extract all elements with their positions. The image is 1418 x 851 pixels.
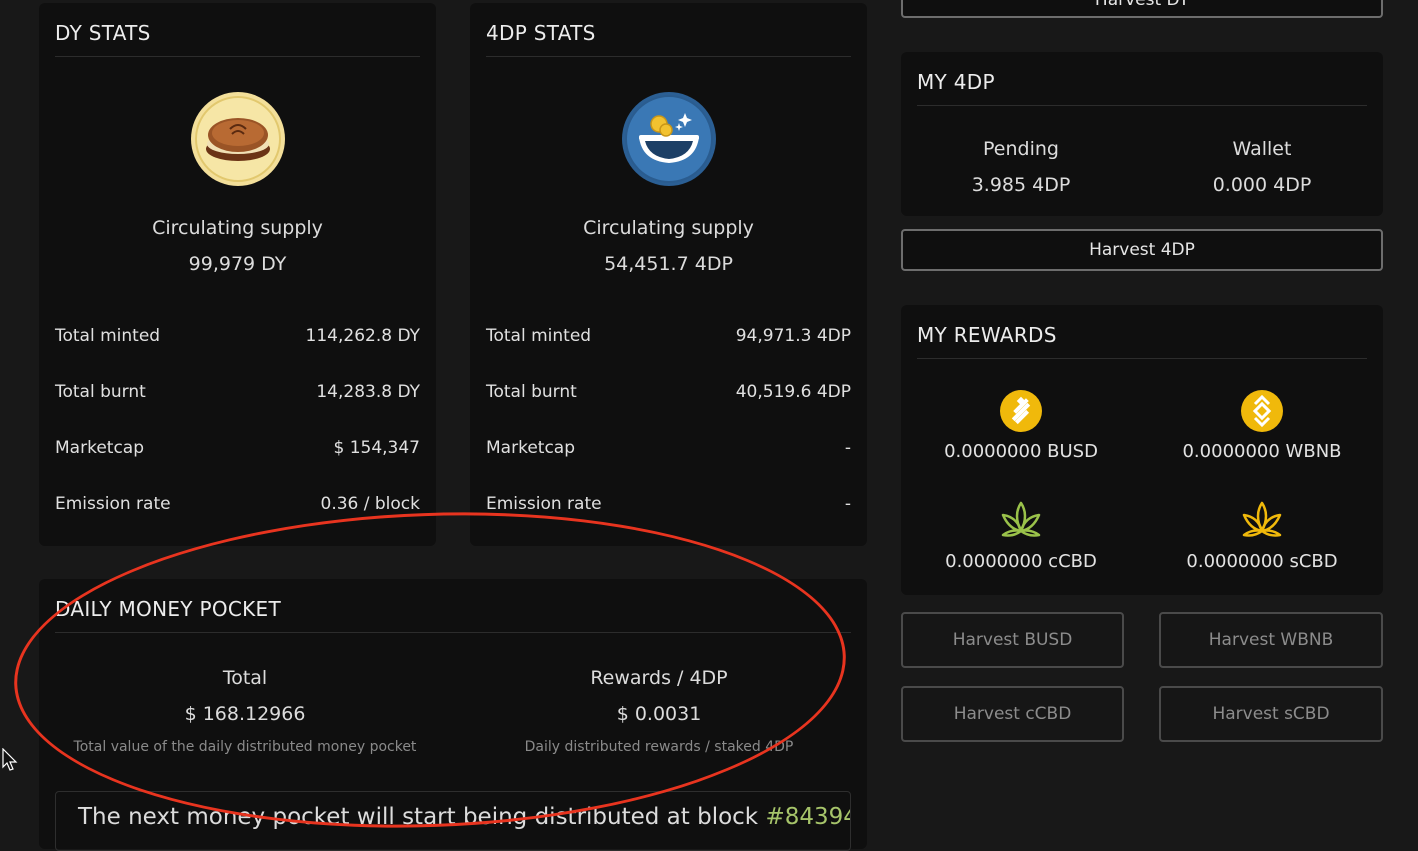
harvest-4dp-label: Harvest 4DP bbox=[1089, 240, 1195, 260]
reward-busd: 0.0000000 BUSD bbox=[921, 389, 1121, 462]
scbd-value: 0.0000000 sCBD bbox=[1186, 551, 1338, 572]
4dp-stats-card: 4DP STATS Circulating supply 54,451.7 4D… bbox=[470, 3, 867, 546]
stat-value: 14,283.8 DY bbox=[316, 382, 420, 402]
my-4dp-card: MY 4DP Pending 3.985 4DP Wallet 0.000 4D… bbox=[901, 52, 1383, 216]
harvest-scbd-label: Harvest sCBD bbox=[1212, 704, 1330, 724]
rewards-value: $ 0.0031 bbox=[616, 703, 702, 725]
pending-value: 3.985 4DP bbox=[971, 174, 1071, 196]
stat-value: 94,971.3 4DP bbox=[735, 326, 851, 346]
dy-supply-label: Circulating supply bbox=[152, 217, 323, 239]
next-pocket-notice: The next money pocket will start being d… bbox=[55, 791, 851, 851]
stat-label: Emission rate bbox=[55, 494, 171, 514]
harvest-dy-button[interactable]: Harvest DY bbox=[901, 0, 1383, 18]
dy-stat-row-emission: Emission rate 0.36 / block bbox=[55, 494, 420, 514]
rewards-label: Rewards / 4DP bbox=[590, 667, 728, 689]
ccbd-value: 0.0000000 cCBD bbox=[945, 551, 1097, 572]
money-pocket-title: DAILY MONEY POCKET bbox=[55, 579, 851, 633]
harvest-dy-label: Harvest DY bbox=[1094, 0, 1190, 10]
reward-scbd: 0.0000000 sCBD bbox=[1162, 499, 1362, 572]
wallet-value: 0.000 4DP bbox=[1212, 174, 1312, 196]
total-hint: Total value of the daily distributed mon… bbox=[73, 739, 417, 755]
4dp-stat-row-burnt: Total burnt 40,519.6 4DP bbox=[486, 382, 851, 402]
4dp-stat-row-marketcap: Marketcap - bbox=[486, 438, 851, 458]
stat-label: Marketcap bbox=[55, 438, 144, 458]
my-rewards-card: MY REWARDS 0.0000000 BUSD 0.0000000 WBNB bbox=[901, 305, 1383, 595]
harvest-ccbd-button[interactable]: Harvest cCBD bbox=[901, 686, 1124, 742]
total-label: Total bbox=[222, 667, 268, 689]
my-rewards-title: MY REWARDS bbox=[917, 305, 1367, 359]
notice-text: The next money pocket will start being d… bbox=[78, 804, 766, 830]
stat-label: Emission rate bbox=[486, 494, 602, 514]
money-pocket-total: Total $ 168.12966 Total value of the dai… bbox=[55, 667, 435, 755]
dy-stat-row-marketcap: Marketcap $ 154,347 bbox=[55, 438, 420, 458]
stat-value: 40,519.6 4DP bbox=[735, 382, 851, 402]
harvest-busd-button[interactable]: Harvest BUSD bbox=[901, 612, 1124, 668]
my-4dp-pending: Pending 3.985 4DP bbox=[921, 138, 1121, 196]
busd-icon bbox=[1000, 390, 1042, 432]
harvest-wbnb-label: Harvest WBNB bbox=[1208, 630, 1334, 650]
dy-stats-card: DY STATS Circulating supply 99,979 DY To… bbox=[39, 3, 436, 546]
stat-value: - bbox=[844, 438, 851, 458]
dy-stat-row-minted: Total minted 114,262.8 DY bbox=[55, 326, 420, 346]
reward-wbnb: 0.0000000 WBNB bbox=[1162, 389, 1362, 462]
dorayaki-coin-icon bbox=[190, 92, 285, 186]
stat-label: Marketcap bbox=[486, 438, 575, 458]
dy-supply-value: 99,979 DY bbox=[188, 253, 287, 275]
stat-label: Total burnt bbox=[55, 382, 146, 402]
wbnb-value: 0.0000000 WBNB bbox=[1182, 441, 1342, 462]
pocket-bowl-coin-icon bbox=[621, 92, 716, 186]
ccbd-leaf-icon bbox=[1001, 501, 1041, 537]
stat-value: $ 154,347 bbox=[333, 438, 420, 458]
4dp-stat-row-minted: Total minted 94,971.3 4DP bbox=[486, 326, 851, 346]
money-pocket-rewards: Rewards / 4DP $ 0.0031 Daily distributed… bbox=[469, 667, 849, 755]
wallet-label: Wallet bbox=[1232, 138, 1292, 160]
stat-label: Total minted bbox=[486, 326, 592, 346]
mouse-cursor-icon bbox=[2, 748, 18, 771]
dy-stat-row-burnt: Total burnt 14,283.8 DY bbox=[55, 382, 420, 402]
scbd-leaf-icon bbox=[1242, 501, 1282, 537]
stat-label: Total minted bbox=[55, 326, 161, 346]
my-4dp-title: MY 4DP bbox=[917, 52, 1367, 106]
pending-label: Pending bbox=[983, 138, 1059, 160]
4dp-supply-value: 54,451.7 4DP bbox=[604, 253, 733, 275]
harvest-scbd-button[interactable]: Harvest sCBD bbox=[1159, 686, 1383, 742]
rewards-hint: Daily distributed rewards / staked 4DP bbox=[524, 739, 794, 755]
4dp-stats-title: 4DP STATS bbox=[486, 3, 851, 57]
4dp-supply-label: Circulating supply bbox=[583, 217, 754, 239]
stat-label: Total burnt bbox=[486, 382, 577, 402]
harvest-wbnb-button[interactable]: Harvest WBNB bbox=[1159, 612, 1383, 668]
harvest-busd-label: Harvest BUSD bbox=[952, 630, 1073, 650]
daily-money-pocket-card: DAILY MONEY POCKET Total $ 168.12966 Tot… bbox=[39, 579, 867, 851]
4dp-stat-row-emission: Emission rate - bbox=[486, 494, 851, 514]
notice-block-number[interactable]: #8439400 bbox=[765, 804, 850, 830]
harvest-ccbd-label: Harvest cCBD bbox=[953, 704, 1072, 724]
my-4dp-wallet: Wallet 0.000 4DP bbox=[1162, 138, 1362, 196]
reward-ccbd: 0.0000000 cCBD bbox=[921, 499, 1121, 572]
stat-value: - bbox=[844, 494, 851, 514]
stat-value: 0.36 / block bbox=[320, 494, 421, 514]
harvest-4dp-button[interactable]: Harvest 4DP bbox=[901, 229, 1383, 271]
wbnb-icon bbox=[1241, 390, 1283, 432]
stat-value: 114,262.8 DY bbox=[305, 326, 420, 346]
total-value: $ 168.12966 bbox=[184, 703, 306, 725]
dy-stats-title: DY STATS bbox=[55, 3, 420, 57]
busd-value: 0.0000000 BUSD bbox=[944, 441, 1098, 462]
